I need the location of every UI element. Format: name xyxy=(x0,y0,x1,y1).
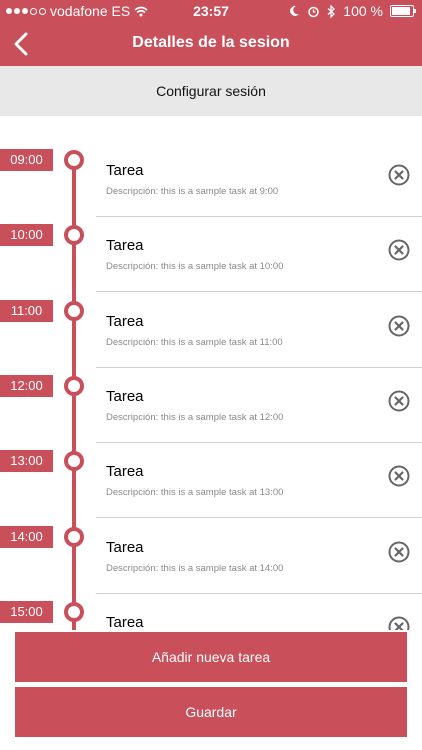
task-timeline: 09:00 Tarea Descripción: this is a sample … xyxy=(0,116,422,630)
task-title: Tarea xyxy=(106,463,144,481)
battery-percentage: 100 % xyxy=(343,3,383,19)
add-task-label: Añadir nueva tarea xyxy=(151,649,271,665)
remove-task-icon[interactable] xyxy=(388,616,410,630)
alarm-icon xyxy=(308,6,320,17)
task-description: Descripción: this is a sample task at 10… xyxy=(106,261,284,273)
battery-icon xyxy=(390,5,416,17)
task-description: Descripción: this is a sample task at 14… xyxy=(106,562,284,574)
task-description: Descripción: this is a sample task at 9:… xyxy=(106,186,279,197)
task-title: Tarea xyxy=(106,387,144,405)
remove-task-icon[interactable] xyxy=(388,164,410,186)
task-row[interactable]: 13:00 Tarea Descripción: this is a sample … xyxy=(0,427,422,519)
task-description: Descripción: this is a sample task at 12… xyxy=(106,411,284,423)
remove-task-icon[interactable] xyxy=(388,239,410,261)
configure-session-label: Configurar sesión xyxy=(156,83,266,99)
add-task-button[interactable]: Añadir nueva tarea xyxy=(15,632,407,682)
task-title: Tarea xyxy=(106,538,144,556)
timeline-node xyxy=(64,601,84,622)
task-row[interactable]: 15:00TareaDescripción: this is a sample … xyxy=(0,578,422,630)
remove-task-icon[interactable] xyxy=(388,541,410,563)
time-label: 11:00 xyxy=(0,299,53,322)
time-label: 14:00 xyxy=(0,525,53,548)
configure-session-button[interactable]: Configurar sesión xyxy=(0,66,422,116)
page-title: Detalles de la sesion xyxy=(132,34,290,51)
bluetooth-icon xyxy=(327,4,336,18)
moon-icon xyxy=(290,5,300,16)
task-description: Descripción: this is a sample task at 13… xyxy=(106,487,284,499)
task-title: Tarea xyxy=(106,613,144,630)
timeline-node xyxy=(64,225,84,246)
time-label: 09:00 xyxy=(0,149,53,171)
remove-task-icon[interactable] xyxy=(388,465,410,487)
timeline-node xyxy=(64,451,84,472)
time-label: 15:00 xyxy=(0,600,53,623)
navigation-bar: Detalles de la sesion xyxy=(0,22,422,66)
task-description: Descripción: this is a sample task at 11… xyxy=(106,336,283,348)
timeline-node xyxy=(64,526,84,547)
timeline-node xyxy=(64,300,84,321)
task-row[interactable]: 14:00 Tarea Descripción: this is a sample … xyxy=(0,503,422,594)
time-label: 13:00 xyxy=(0,450,53,473)
save-label: Guardar xyxy=(185,704,237,720)
remove-task-icon[interactable] xyxy=(388,390,410,412)
task-row[interactable]: 12:00 Tarea Descripción: this is a sample … xyxy=(0,352,422,443)
task-row[interactable]: 10:00 Tarea Descripción: this is a sample … xyxy=(0,201,422,293)
time-label: 12:00 xyxy=(0,374,53,397)
status-indicators: 100 % xyxy=(289,3,416,19)
task-title: Tarea xyxy=(106,237,144,255)
remove-task-icon[interactable] xyxy=(388,315,410,337)
task-title: Tarea xyxy=(106,312,144,330)
time-label: 10:00 xyxy=(0,224,53,247)
status-bar: vodafone ES 23:57 100 % xyxy=(0,0,422,22)
save-button[interactable]: Guardar xyxy=(15,687,407,737)
timeline-node xyxy=(64,150,84,170)
task-row[interactable]: 11:00 Tarea Descripción: this is a sample … xyxy=(0,277,422,368)
timeline-node xyxy=(64,375,84,396)
task-row[interactable]: 09:00 Tarea Descripción: this is a sample … xyxy=(0,126,422,217)
task-title: Tarea xyxy=(106,162,144,179)
